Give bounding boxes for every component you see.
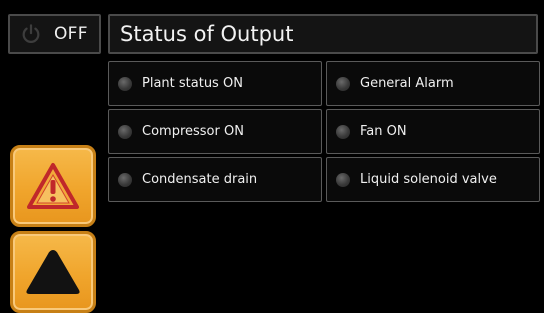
- power-toggle-button[interactable]: OFF: [8, 14, 101, 54]
- status-led: [336, 124, 350, 139]
- output-liquid-solenoid-valve: Liquid solenoid valve: [326, 157, 540, 202]
- app-screen: OFF Status of Output Plant status ON Gen…: [0, 0, 544, 313]
- status-led: [118, 124, 132, 139]
- output-condensate-drain: Condensate drain: [108, 157, 322, 202]
- alarm-button[interactable]: [10, 145, 96, 227]
- output-label: Compressor ON: [142, 124, 244, 139]
- output-compressor: Compressor ON: [108, 109, 322, 154]
- output-label: Liquid solenoid valve: [360, 172, 497, 187]
- output-fan: Fan ON: [326, 109, 540, 154]
- page-title: Status of Output: [120, 22, 294, 46]
- output-label: Plant status ON: [142, 76, 243, 91]
- output-label: General Alarm: [360, 76, 454, 91]
- output-status-grid: Plant status ON General Alarm Compressor…: [108, 61, 542, 203]
- power-icon: [22, 24, 40, 43]
- output-general-alarm: General Alarm: [326, 61, 540, 106]
- up-button[interactable]: [10, 231, 96, 313]
- warning-icon: [27, 163, 79, 209]
- status-led: [118, 76, 132, 91]
- power-state-label: OFF: [54, 24, 88, 44]
- output-label: Condensate drain: [142, 172, 258, 187]
- status-led: [336, 172, 350, 187]
- output-label: Fan ON: [360, 124, 407, 139]
- triangle-up-icon: [26, 250, 80, 294]
- status-led: [336, 76, 350, 91]
- page-header: Status of Output: [108, 14, 538, 54]
- output-plant-status: Plant status ON: [108, 61, 322, 106]
- status-led: [118, 172, 132, 187]
